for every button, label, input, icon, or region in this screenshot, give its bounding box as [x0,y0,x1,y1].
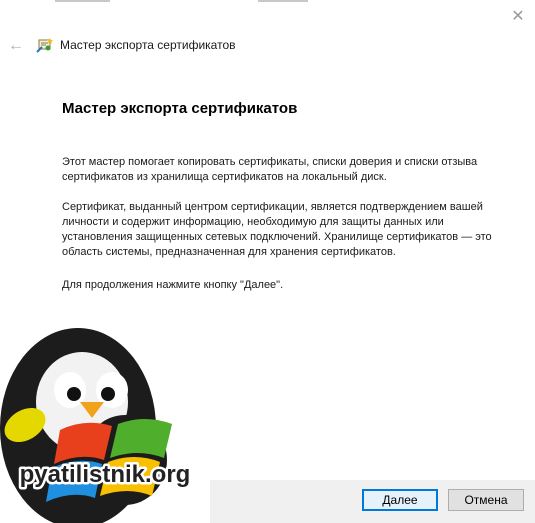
certificate-wizard-icon [36,38,53,53]
wizard-header: ← Мастер экспорта сертификатов [0,34,535,60]
watermark-text: pyatilistnik.org [20,461,191,488]
description-paragraph: Сертификат, выданный центром сертификаци… [62,201,492,258]
certificate-export-wizard-window: ✕ ← Мастер экспорта сертификатов Мастер … [0,0,535,523]
close-button[interactable]: ✕ [509,8,527,26]
penguin-windows-logo: pyatilistnik.org pyatilistnik.org [0,310,210,523]
intro-paragraph: Этот мастер помогает копировать сертифик… [62,156,478,183]
next-button[interactable]: Далее [362,489,438,511]
cancel-button[interactable]: Отмена [448,489,524,511]
page-title: Мастер экспорта сертификатов [62,100,298,117]
back-arrow-icon[interactable]: ← [8,36,24,56]
continue-hint: Для продолжения нажмите кнопку "Далее". [62,279,284,291]
wizard-header-title: Мастер экспорта сертификатов [60,38,236,52]
titlebar-strip [55,0,308,2]
wizard-content: Мастер экспорта сертификатов Этот мастер… [62,100,492,308]
